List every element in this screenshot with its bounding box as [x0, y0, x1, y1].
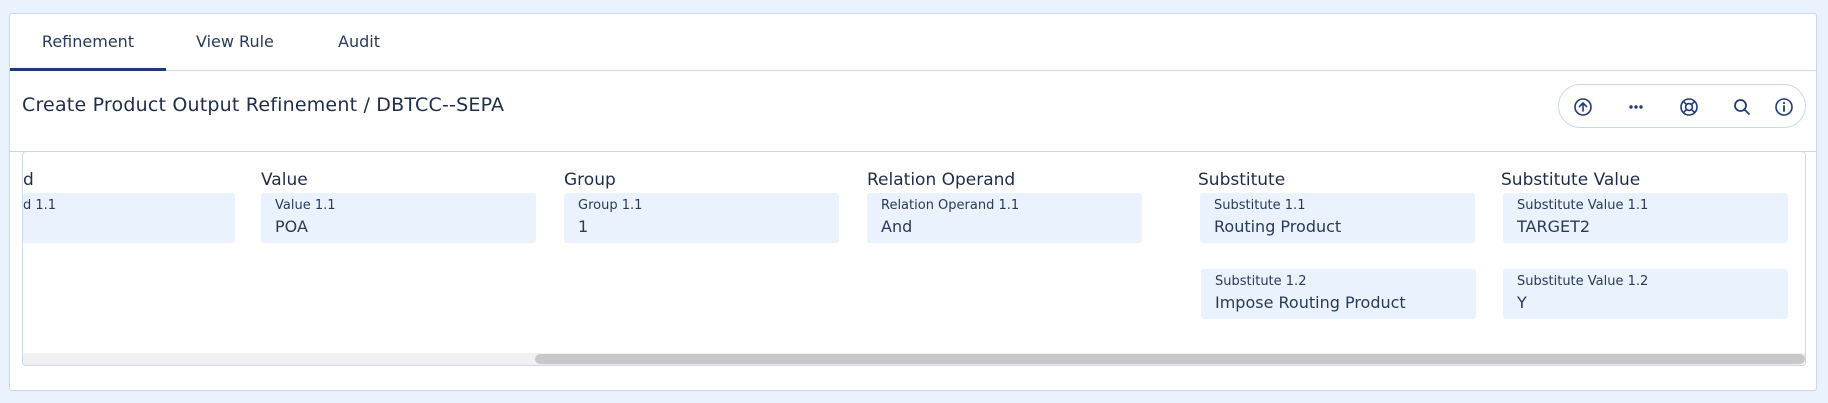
title-bar: Create Product Output Refinement / DBTCC… [10, 71, 1816, 152]
field-value: TARGET2 [1517, 217, 1591, 236]
column-header-substitute-value: Substitute Value [1501, 170, 1641, 190]
field-label: Value 1.1 [275, 198, 336, 213]
info-icon[interactable] [1772, 95, 1796, 119]
upload-circle-icon[interactable] [1571, 95, 1595, 119]
field-value: Y [1517, 293, 1527, 312]
search-icon[interactable] [1730, 95, 1754, 119]
field-value: POA [275, 217, 308, 236]
value-cell[interactable]: Value 1.1 POA [261, 193, 536, 243]
field-value: 1 [578, 217, 589, 236]
column-header-relation-operand: Relation Operand [867, 170, 1016, 190]
tab-bar: Refinement View Rule Audit [10, 14, 1816, 71]
tab-audit[interactable]: Audit [338, 32, 380, 70]
toolbar [1558, 84, 1806, 128]
tab-view-rule[interactable]: View Rule [196, 32, 274, 70]
app-window: Refinement View Rule Audit Create Produc… [9, 13, 1817, 391]
field-label: Substitute Value 1.1 [1517, 198, 1649, 213]
relation-operand-cell[interactable]: Relation Operand 1.1 And [867, 193, 1142, 243]
substitute-cell[interactable]: Substitute 1.1 Routing Product [1200, 193, 1475, 243]
field-value: Routing Product [1214, 217, 1342, 236]
page-title: Create Product Output Refinement / DBTCC… [22, 94, 505, 116]
column-header-group: Group [564, 170, 616, 190]
scrollbar-thumb[interactable] [535, 354, 1805, 364]
field-label: d 1.1 [23, 198, 57, 213]
field-label: Substitute Value 1.2 [1517, 274, 1649, 289]
column-header-value: Value [261, 170, 308, 190]
refinement-grid: d Value Group Relation Operand Substitut… [22, 151, 1806, 366]
field-label: Substitute 1.1 [1214, 198, 1306, 213]
group-cell[interactable]: Group 1.1 1 [564, 193, 839, 243]
column-header-substitute: Substitute [1198, 170, 1286, 190]
field-value: And [881, 217, 913, 236]
column-header: d [23, 170, 34, 190]
help-lifebuoy-icon[interactable] [1677, 95, 1701, 119]
more-horizontal-icon[interactable] [1624, 95, 1648, 119]
field-cell[interactable]: d 1.1 [23, 193, 235, 243]
substitute-value-cell[interactable]: Substitute Value 1.1 TARGET2 [1503, 193, 1788, 243]
tab-refinement[interactable]: Refinement [10, 32, 166, 71]
substitute-cell[interactable]: Substitute 1.2 Impose Routing Product [1201, 269, 1476, 319]
substitute-value-cell[interactable]: Substitute Value 1.2 Y [1503, 269, 1788, 319]
field-label: Group 1.1 [578, 198, 643, 213]
field-value: Impose Routing Product [1215, 293, 1406, 312]
field-label: Relation Operand 1.1 [881, 198, 1020, 213]
field-label: Substitute 1.2 [1215, 274, 1307, 289]
horizontal-scrollbar[interactable] [23, 353, 1805, 365]
